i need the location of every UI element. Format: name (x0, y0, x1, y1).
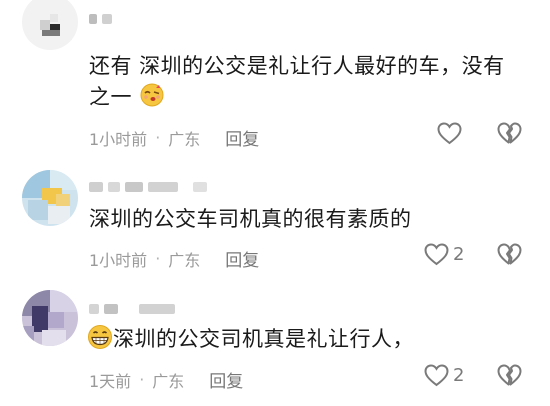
like-button[interactable]: 2 (424, 243, 464, 266)
username-blurred[interactable] (89, 180, 207, 194)
heart-outline-icon (437, 122, 462, 145)
username-blurred[interactable] (89, 12, 112, 26)
grinning-emoji-icon (87, 324, 113, 359)
dislike-button[interactable] (497, 364, 522, 391)
comment-time: 1天前 (89, 371, 132, 391)
heart-outline-icon (424, 243, 449, 266)
comment-time: 1小时前 (89, 250, 148, 270)
like-count: 2 (453, 244, 465, 265)
kiss-wink-emoji-icon (139, 82, 165, 117)
comment-meta: 1天前 · 广东 回复 (89, 367, 243, 392)
dislike-button[interactable] (497, 243, 522, 270)
heart-outline-icon (424, 364, 449, 387)
comment-meta: 1小时前 · 广东 回复 (89, 246, 259, 271)
avatar[interactable] (22, 0, 78, 50)
broken-heart-icon (497, 122, 522, 144)
comment-text-content: 深圳的公交司机真是礼让行人， (113, 327, 414, 351)
avatar[interactable] (22, 290, 78, 346)
comment-text: 还有 深圳的公交是礼让行人最好的车，没有 之一 (89, 51, 505, 117)
broken-heart-icon (497, 364, 522, 386)
reply-button[interactable]: 回复 (209, 367, 243, 392)
reply-button[interactable]: 回复 (225, 246, 259, 271)
comment-location: 广东 (152, 371, 185, 391)
comment-item: 深圳的公交司机真是礼让行人， 1天前 · 广东 回复 2 (0, 280, 550, 406)
comment-time: 1小时前 (89, 129, 148, 149)
dislike-button[interactable] (497, 122, 522, 149)
comment-location: 广东 (168, 129, 201, 149)
like-button[interactable] (437, 122, 466, 145)
like-button[interactable]: 2 (424, 364, 464, 387)
username-blurred[interactable] (89, 302, 175, 316)
comment-text: 深圳的公交司机真是礼让行人， (87, 324, 414, 359)
comment-text-line: 还有 深圳的公交是礼让行人最好的车，没有 (89, 54, 505, 78)
separator: · (139, 370, 145, 389)
comment-text-line: 之一 (89, 85, 132, 109)
comment-item: 还有 深圳的公交是礼让行人最好的车，没有 之一 1小时前 · 广东 回复 (0, 0, 550, 150)
comment-item: 深圳的公交车司机真的很有素质的 1小时前 · 广东 回复 2 (0, 150, 550, 280)
separator: · (155, 128, 161, 147)
comment-meta: 1小时前 · 广东 回复 (89, 125, 259, 150)
broken-heart-icon (497, 243, 522, 265)
reply-button[interactable]: 回复 (225, 125, 259, 150)
comment-text: 深圳的公交车司机真的很有素质的 (89, 207, 412, 231)
avatar[interactable] (22, 170, 78, 226)
comment-location: 广东 (168, 250, 201, 270)
separator: · (155, 249, 161, 268)
like-count: 2 (453, 365, 465, 386)
